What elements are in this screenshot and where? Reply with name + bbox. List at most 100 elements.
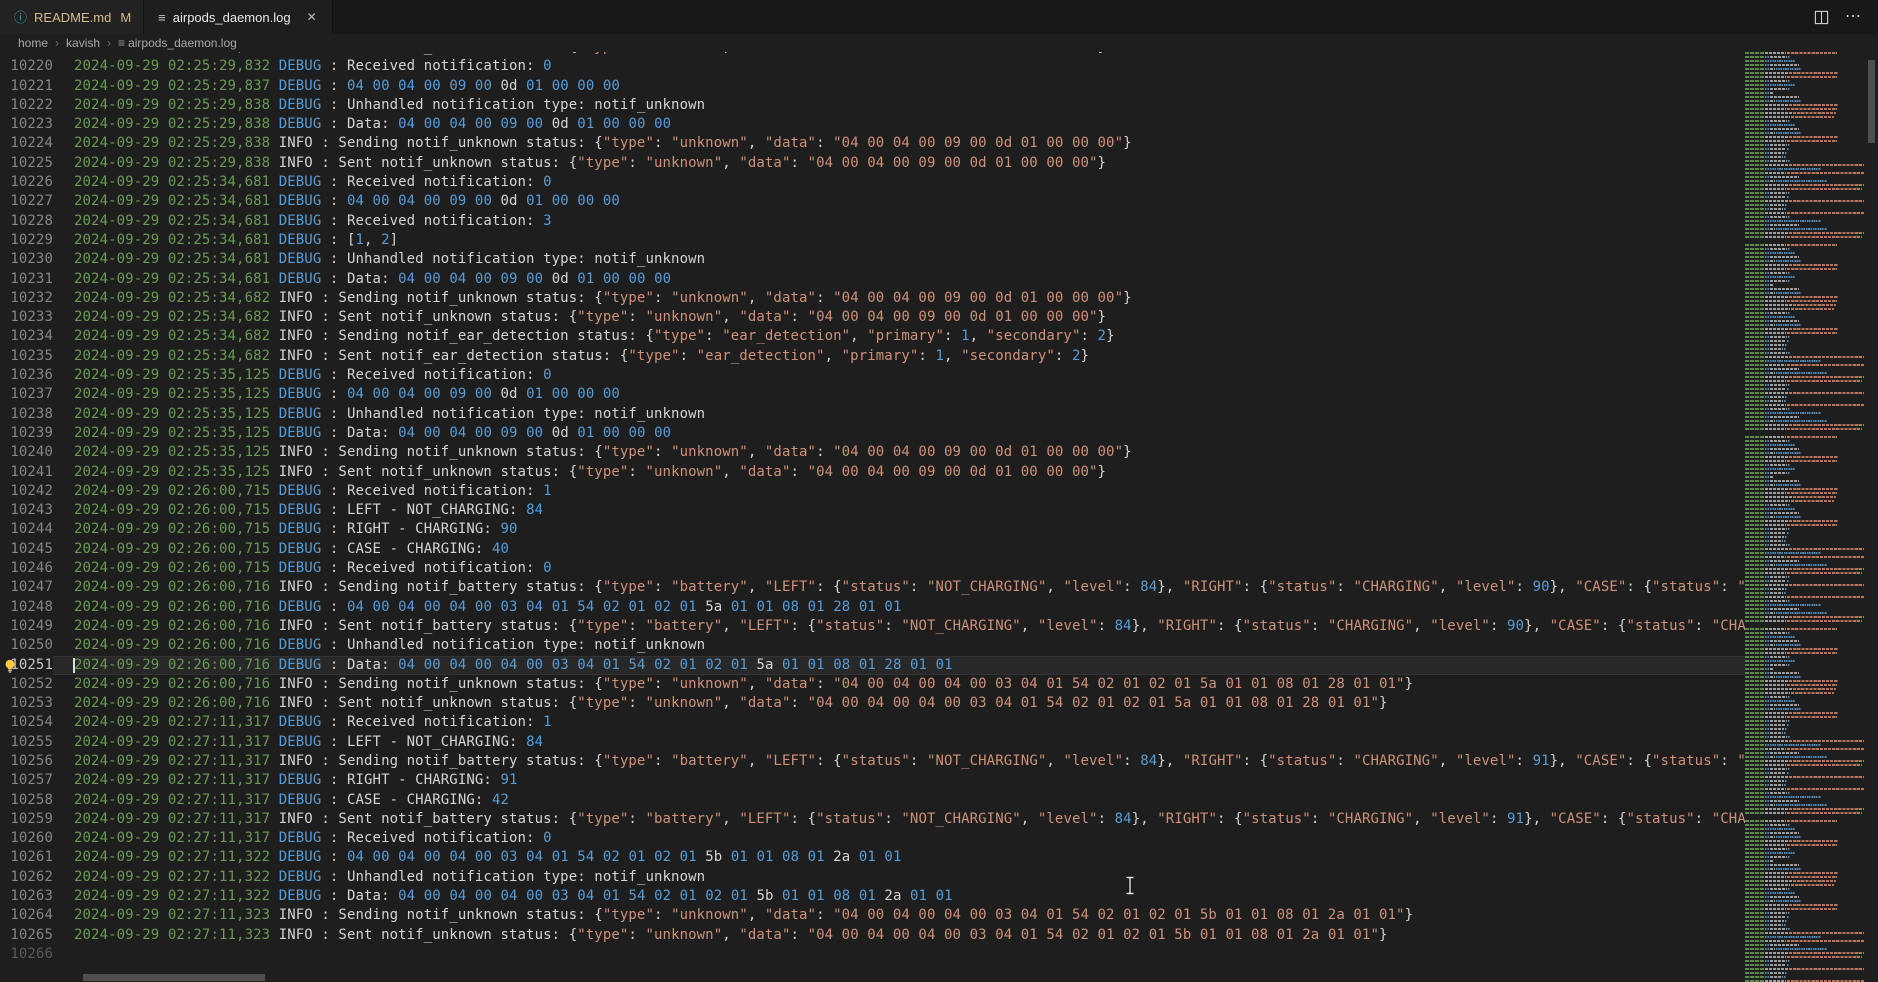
log-line[interactable]: 102622024-09-29 02:27:11,322 DEBUG : Unh… <box>0 868 1745 887</box>
log-line[interactable]: 102462024-09-29 02:26:00,715 DEBUG : Rec… <box>0 559 1745 578</box>
text-caret <box>73 658 75 673</box>
line-number: 10231 <box>0 270 53 289</box>
log-line-text: 2024-09-29 02:26:00,716 DEBUG : Data: 04… <box>53 656 1745 675</box>
log-line[interactable]: 102332024-09-29 02:25:34,682 INFO : Sent… <box>0 308 1745 327</box>
log-line[interactable]: 102532024-09-29 02:26:00,716 INFO : Sent… <box>0 694 1745 713</box>
log-line[interactable]: 102382024-09-29 02:25:35,125 DEBUG : Unh… <box>0 405 1745 424</box>
log-line[interactable]: 102602024-09-29 02:27:11,317 DEBUG : Rec… <box>0 829 1745 848</box>
log-line[interactable]: 102342024-09-29 02:25:34,682 INFO : Send… <box>0 327 1745 346</box>
breadcrumb-kavish[interactable]: kavish <box>66 36 100 50</box>
horizontal-scrollbar-thumb[interactable] <box>83 974 265 981</box>
line-number: 10245 <box>0 540 53 559</box>
log-line-text: 2024-09-29 02:26:00,715 DEBUG : RIGHT - … <box>53 520 1745 539</box>
log-line-text: 2024-09-29 02:25:35,125 INFO : Sending n… <box>53 443 1745 462</box>
log-line[interactable]: 102642024-09-29 02:27:11,323 INFO : Send… <box>0 906 1745 925</box>
log-line-text: 2024-09-29 02:26:00,716 DEBUG : 04 00 04… <box>53 598 1745 617</box>
line-number: 10243 <box>0 501 53 520</box>
log-line[interactable]: 102222024-09-29 02:25:29,838 DEBUG : Unh… <box>0 96 1745 115</box>
log-line-text: 2024-09-29 02:25:34,681 DEBUG : 04 00 04… <box>53 192 1745 211</box>
vertical-scrollbar-thumb[interactable] <box>1868 60 1875 143</box>
line-number: 10246 <box>0 559 53 578</box>
log-line[interactable]: 102412024-09-29 02:25:35,125 INFO : Sent… <box>0 463 1745 482</box>
log-line[interactable]: 102392024-09-29 02:25:35,125 DEBUG : Dat… <box>0 424 1745 443</box>
log-line[interactable]: 102542024-09-29 02:27:11,317 DEBUG : Rec… <box>0 713 1745 732</box>
log-line[interactable]: 102552024-09-29 02:27:11,317 DEBUG : LEF… <box>0 733 1745 752</box>
log-line[interactable]: 102302024-09-29 02:25:34,681 DEBUG : Unh… <box>0 250 1745 269</box>
log-line-text: 2024-09-29 02:26:00,716 DEBUG : Unhandle… <box>53 636 1745 655</box>
log-line-text: 2024-09-29 02:25:34,681 DEBUG : Data: 04… <box>53 270 1745 289</box>
breadcrumb-file[interactable]: ≡airpods_daemon.log <box>118 36 237 50</box>
log-line-text: 2024-09-29 02:25:34,682 INFO : Sent noti… <box>53 347 1745 366</box>
line-number: 10222 <box>0 96 53 115</box>
log-line[interactable]: 102242024-09-29 02:25:29,838 INFO : Send… <box>0 134 1745 153</box>
log-line[interactable]: 102322024-09-29 02:25:34,682 INFO : Send… <box>0 289 1745 308</box>
more-actions-icon[interactable]: ⋯ <box>1845 9 1862 25</box>
log-line[interactable]: 102282024-09-29 02:25:34,681 DEBUG : Rec… <box>0 212 1745 231</box>
log-line[interactable]: 102232024-09-29 02:25:29,838 DEBUG : Dat… <box>0 115 1745 134</box>
log-line[interactable]: 102522024-09-29 02:26:00,716 INFO : Send… <box>0 675 1745 694</box>
log-line[interactable]: 102252024-09-29 02:25:29,838 INFO : Sent… <box>0 154 1745 173</box>
log-line[interactable]: 102612024-09-29 02:27:11,322 DEBUG : 04 … <box>0 848 1745 867</box>
log-line[interactable]: 102502024-09-29 02:26:00,716 DEBUG : Unh… <box>0 636 1745 655</box>
log-line-text: 2024-09-29 02:27:11,317 DEBUG : RIGHT - … <box>53 771 1745 790</box>
log-line-text: 2024-09-29 02:27:11,322 DEBUG : 04 00 04… <box>53 848 1745 867</box>
line-number: 10234 <box>0 327 53 346</box>
tab-airpods-daemon-log[interactable]: ≡ airpods_daemon.log ✕ <box>144 0 332 34</box>
log-line[interactable]: 102632024-09-29 02:27:11,322 DEBUG : Dat… <box>0 887 1745 906</box>
line-number: 10255 <box>0 733 53 752</box>
line-number: 10263 <box>0 887 53 906</box>
lightbulb-icon[interactable] <box>3 659 17 673</box>
line-number: 10266 <box>0 945 53 964</box>
tab-readme-label: README.md <box>34 10 111 25</box>
log-line[interactable]: 102432024-09-29 02:26:00,715 DEBUG : LEF… <box>0 501 1745 520</box>
log-line[interactable]: 102292024-09-29 02:25:34,681 DEBUG : [1,… <box>0 231 1745 250</box>
log-line-text: 2024-09-29 02:25:29,838 DEBUG : Unhandle… <box>53 96 1745 115</box>
log-line-text: 2024-09-29 02:25:34,681 DEBUG : Received… <box>53 212 1745 231</box>
line-number: 10256 <box>0 752 53 771</box>
log-editor[interactable]: 102192024-09-29 02:25:29,832 INFO : Sent… <box>0 52 1878 982</box>
log-line[interactable]: 102452024-09-29 02:26:00,715 DEBUG : CAS… <box>0 540 1745 559</box>
line-number: 10258 <box>0 791 53 810</box>
line-number: 10250 <box>0 636 53 655</box>
log-line[interactable]: 102562024-09-29 02:27:11,317 INFO : Send… <box>0 752 1745 771</box>
log-line[interactable]: 102272024-09-29 02:25:34,681 DEBUG : 04 … <box>0 192 1745 211</box>
log-line[interactable]: 102372024-09-29 02:25:35,125 DEBUG : 04 … <box>0 385 1745 404</box>
breadcrumb-home[interactable]: home <box>18 36 48 50</box>
vertical-scrollbar[interactable] <box>1864 52 1878 982</box>
log-line[interactable]: 102472024-09-29 02:26:00,716 INFO : Send… <box>0 578 1745 597</box>
log-line[interactable]: 102202024-09-29 02:25:29,832 DEBUG : Rec… <box>0 57 1745 76</box>
log-line-text: 2024-09-29 02:25:29,838 INFO : Sending n… <box>53 134 1745 153</box>
log-line[interactable]: 102582024-09-29 02:27:11,317 DEBUG : CAS… <box>0 791 1745 810</box>
log-line-text: 2024-09-29 02:27:11,317 INFO : Sent noti… <box>53 810 1745 829</box>
tab-readme[interactable]: ⓘ README.md M <box>0 0 144 34</box>
minimap[interactable] <box>1745 52 1864 982</box>
log-line[interactable]: 102352024-09-29 02:25:34,682 INFO : Sent… <box>0 347 1745 366</box>
close-tab-icon[interactable]: ✕ <box>304 9 320 25</box>
log-line-text: 2024-09-29 02:25:34,682 INFO : Sent noti… <box>53 308 1745 327</box>
log-line-text: 2024-09-29 02:26:00,716 INFO : Sending n… <box>53 675 1745 694</box>
log-line[interactable]: 102402024-09-29 02:25:35,125 INFO : Send… <box>0 443 1745 462</box>
log-line-text: 2024-09-29 02:26:00,716 INFO : Sent noti… <box>53 617 1745 636</box>
split-editor-icon[interactable] <box>1814 10 1829 25</box>
log-line[interactable]: 102442024-09-29 02:26:00,715 DEBUG : RIG… <box>0 520 1745 539</box>
log-line[interactable]: 102592024-09-29 02:27:11,317 INFO : Sent… <box>0 810 1745 829</box>
log-line[interactable]: 102652024-09-29 02:27:11,323 INFO : Sent… <box>0 926 1745 945</box>
log-line[interactable]: 102212024-09-29 02:25:29,837 DEBUG : 04 … <box>0 77 1745 96</box>
readme-info-icon: ⓘ <box>14 11 27 24</box>
log-line-text: 2024-09-29 02:25:34,681 DEBUG : [1, 2] <box>53 231 1745 250</box>
log-line[interactable]: 10266 <box>0 945 1745 964</box>
log-line-text: 2024-09-29 02:27:11,317 INFO : Sending n… <box>53 752 1745 771</box>
line-number: 10262 <box>0 868 53 887</box>
log-line[interactable]: 102312024-09-29 02:25:34,681 DEBUG : Dat… <box>0 270 1745 289</box>
log-line[interactable]: 102482024-09-29 02:26:00,716 DEBUG : 04 … <box>0 598 1745 617</box>
log-line-text: 2024-09-29 02:27:11,317 DEBUG : Received… <box>53 829 1745 848</box>
line-number: 10247 <box>0 578 53 597</box>
breadcrumb: home › kavish › ≡airpods_daemon.log <box>0 34 1878 52</box>
log-line[interactable]: 102512024-09-29 02:26:00,716 DEBUG : Dat… <box>0 656 1745 675</box>
log-line[interactable]: 102492024-09-29 02:26:00,716 INFO : Sent… <box>0 617 1745 636</box>
log-line[interactable]: 102362024-09-29 02:25:35,125 DEBUG : Rec… <box>0 366 1745 385</box>
log-line[interactable]: 102572024-09-29 02:27:11,317 DEBUG : RIG… <box>0 771 1745 790</box>
log-line[interactable]: 102422024-09-29 02:26:00,715 DEBUG : Rec… <box>0 482 1745 501</box>
log-line-text: 2024-09-29 02:26:00,716 INFO : Sent noti… <box>53 694 1745 713</box>
log-line[interactable]: 102262024-09-29 02:25:34,681 DEBUG : Rec… <box>0 173 1745 192</box>
